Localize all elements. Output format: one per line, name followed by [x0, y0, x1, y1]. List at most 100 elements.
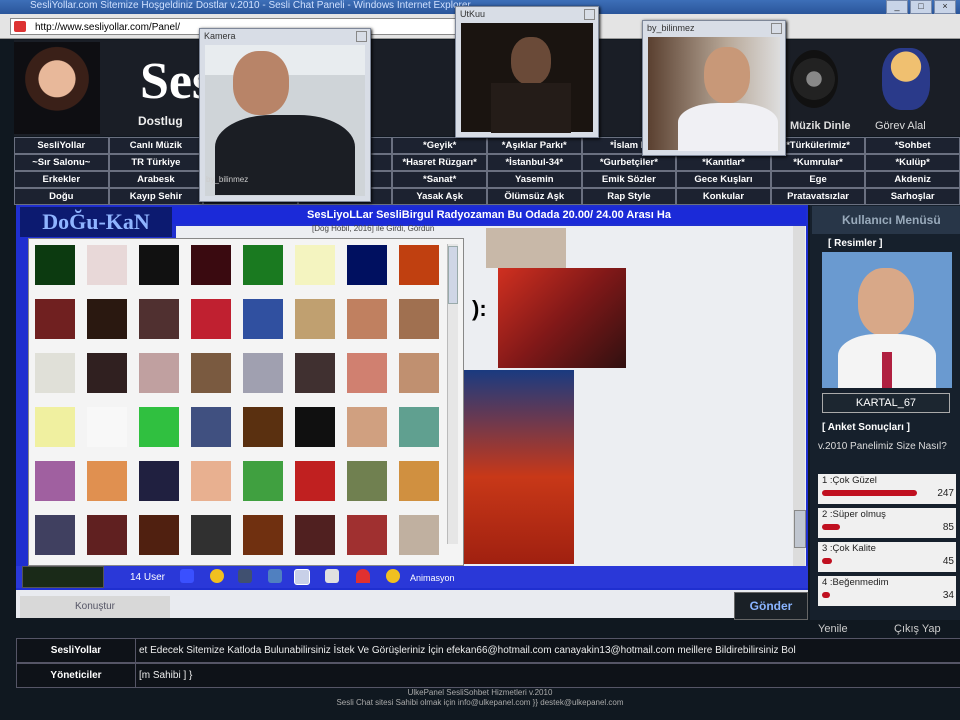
nav-link[interactable]: *Kulüp*	[865, 154, 960, 171]
nav-link[interactable]: *İstanbul-34*	[486, 154, 582, 171]
speak-button[interactable]: Konuştur	[20, 596, 170, 618]
gif-thumbnail[interactable]	[191, 353, 231, 393]
nav-link[interactable]: *Kanıtlar*	[676, 154, 771, 171]
close-icon[interactable]	[771, 23, 782, 34]
gif-thumbnail[interactable]	[295, 515, 335, 555]
gif-thumbnail[interactable]	[35, 353, 75, 393]
nav-link[interactable]: Rap Style	[581, 188, 677, 205]
gif-picker-scroll-thumb[interactable]	[448, 246, 458, 304]
gif-thumbnail[interactable]	[243, 461, 283, 501]
nav-link[interactable]: Yasak Aşk	[392, 188, 487, 205]
staff-label[interactable]: Görev Alal	[875, 120, 926, 132]
flag-icon[interactable]	[356, 569, 370, 583]
nav-link[interactable]: Sarhoşlar	[865, 188, 960, 205]
gif-thumbnail[interactable]	[35, 299, 75, 339]
camera-icon[interactable]	[294, 569, 310, 585]
face-icon[interactable]	[386, 569, 400, 583]
nav-link[interactable]: Doğu	[14, 188, 109, 205]
nav-link[interactable]: Ege	[770, 171, 866, 188]
close-button[interactable]: ×	[934, 0, 956, 14]
video-icon[interactable]	[325, 569, 339, 583]
nav-link[interactable]: *Aşıklar Parkı*	[486, 137, 582, 154]
poll-option[interactable]: 4 :Beğenmedim 34	[818, 576, 956, 606]
nav-link[interactable]: *Kumrular*	[770, 154, 866, 171]
animation-button[interactable]: Animasyon	[410, 573, 455, 583]
nav-link[interactable]: *Geyik*	[392, 137, 487, 154]
gif-thumbnail[interactable]	[295, 299, 335, 339]
close-icon[interactable]	[584, 9, 595, 20]
gif-thumbnail[interactable]	[139, 353, 179, 393]
hand-icon[interactable]	[180, 569, 194, 583]
nav-link[interactable]: Akdeniz	[865, 171, 960, 188]
gif-thumbnail[interactable]	[87, 353, 127, 393]
gif-thumbnail[interactable]	[87, 461, 127, 501]
mp3-label[interactable]: Müzik Dinle	[790, 120, 851, 132]
nav-link[interactable]: Arabesk	[108, 171, 204, 188]
camera-window-3[interactable]: by_bilinmez	[642, 20, 786, 156]
maximize-button[interactable]: □	[910, 0, 932, 14]
gif-thumbnail[interactable]	[399, 245, 439, 285]
nav-link[interactable]: Kayıp Sehir	[108, 188, 204, 205]
logout-button[interactable]: Çıkış Yap	[894, 623, 941, 635]
gif-thumbnail[interactable]	[139, 461, 179, 501]
gif-thumbnail[interactable]	[347, 515, 387, 555]
chat-scroll-thumb[interactable]	[794, 510, 806, 548]
nav-link[interactable]: Ölümsüz Aşk	[486, 188, 582, 205]
gif-thumbnail[interactable]	[399, 407, 439, 447]
staff-icon[interactable]	[882, 48, 930, 110]
nav-link[interactable]: Konkular	[676, 188, 771, 205]
refresh-button[interactable]: Yenile	[818, 623, 848, 635]
gif-thumbnail[interactable]	[243, 407, 283, 447]
gif-thumbnail[interactable]	[139, 515, 179, 555]
gif-thumbnail[interactable]	[347, 299, 387, 339]
gif-thumbnail[interactable]	[191, 461, 231, 501]
nav-link[interactable]: Canlı Müzik	[108, 137, 204, 154]
gif-thumbnail[interactable]	[295, 407, 335, 447]
gif-thumbnail[interactable]	[347, 461, 387, 501]
gif-thumbnail[interactable]	[35, 407, 75, 447]
gif-thumbnail[interactable]	[139, 407, 179, 447]
gif-thumbnail[interactable]	[347, 407, 387, 447]
gif-thumbnail[interactable]	[295, 353, 335, 393]
user-count[interactable]: 14 User	[130, 572, 165, 583]
user-icon[interactable]	[268, 569, 282, 583]
gif-thumbnail[interactable]	[87, 515, 127, 555]
gif-thumbnail[interactable]	[191, 245, 231, 285]
gif-thumbnail[interactable]	[399, 299, 439, 339]
nav-link[interactable]: *Sanat*	[392, 171, 487, 188]
gif-thumbnail[interactable]	[399, 515, 439, 555]
nav-link[interactable]: *Gurbetçiler*	[581, 154, 677, 171]
gif-thumbnail[interactable]	[243, 299, 283, 339]
nav-link[interactable]: SesliYollar	[14, 137, 109, 154]
gif-thumbnail[interactable]	[191, 515, 231, 555]
globe-icon[interactable]	[238, 569, 252, 583]
gif-thumbnail[interactable]	[399, 353, 439, 393]
poll-option[interactable]: 2 :Süper olmuş 85	[818, 508, 956, 538]
gif-thumbnail[interactable]	[347, 353, 387, 393]
username-box[interactable]: KARTAL_67	[822, 393, 950, 413]
poll-option[interactable]: 3 :Çok Kalite 45	[818, 542, 956, 572]
nav-link[interactable]: ~Sır Salonu~	[14, 154, 109, 171]
gif-thumbnail[interactable]	[35, 461, 75, 501]
gif-thumbnail[interactable]	[139, 299, 179, 339]
gif-thumbnail[interactable]	[243, 245, 283, 285]
smiley-icon[interactable]	[210, 569, 224, 583]
gif-thumbnail[interactable]	[347, 245, 387, 285]
camera-window-2[interactable]: UtKuu	[455, 6, 599, 138]
gif-thumbnail[interactable]	[87, 299, 127, 339]
gif-thumbnail[interactable]	[399, 461, 439, 501]
nav-link[interactable]: Yasemin	[486, 171, 582, 188]
gif-thumbnail[interactable]	[295, 245, 335, 285]
minimize-button[interactable]: _	[886, 0, 908, 14]
nav-link[interactable]: Erkekler	[14, 171, 109, 188]
poll-option[interactable]: 1 :Çok Güzel 247	[818, 474, 956, 504]
gif-thumbnail[interactable]	[35, 515, 75, 555]
gif-picker-panel[interactable]	[28, 238, 464, 566]
gif-thumbnail[interactable]	[191, 299, 231, 339]
gif-thumbnail[interactable]	[295, 461, 335, 501]
camera-window-1[interactable]: Kamera by_bilinmez	[199, 28, 371, 202]
mp3-icon[interactable]	[790, 50, 838, 108]
gif-thumbnail[interactable]	[243, 515, 283, 555]
nav-link[interactable]: Pratavatsızlar	[770, 188, 866, 205]
nav-link[interactable]: Emik Sözler	[581, 171, 677, 188]
